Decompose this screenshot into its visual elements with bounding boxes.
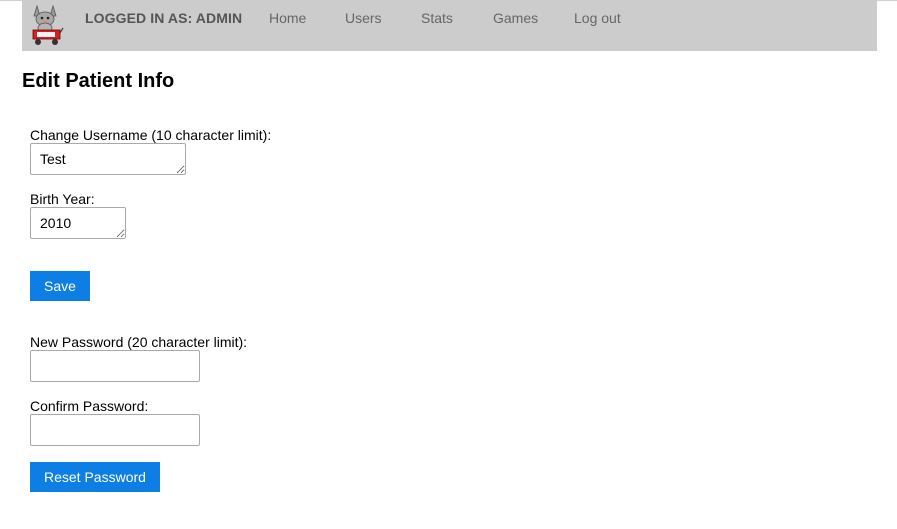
nav-users-link[interactable]: Users [345, 10, 382, 26]
new-password-field[interactable] [30, 350, 200, 382]
top-navbar: LOGGED IN AS: ADMIN Home Users Stats Gam… [22, 0, 877, 51]
page-title: Edit Patient Info [22, 70, 175, 92]
username-field[interactable]: Test [30, 143, 186, 175]
username-label: Change Username (10 character limit): [30, 127, 272, 143]
reset-password-button[interactable]: Reset Password [30, 462, 160, 492]
birth-year-field[interactable]: 2010 [30, 207, 126, 239]
save-button[interactable]: Save [30, 271, 90, 301]
kitty-wagon-logo-icon[interactable] [28, 2, 64, 46]
confirm-password-label: Confirm Password: [30, 398, 149, 414]
confirm-password-field[interactable] [30, 414, 200, 446]
nav-games-link[interactable]: Games [493, 10, 538, 26]
nav-stats-link[interactable]: Stats [421, 10, 453, 26]
nav-logout-link[interactable]: Log out [574, 10, 621, 26]
logged-in-status: LOGGED IN AS: ADMIN [85, 10, 243, 26]
new-password-label: New Password (20 character limit): [30, 334, 248, 350]
nav-home-link[interactable]: Home [269, 10, 306, 26]
birth-year-label: Birth Year: [30, 191, 95, 207]
